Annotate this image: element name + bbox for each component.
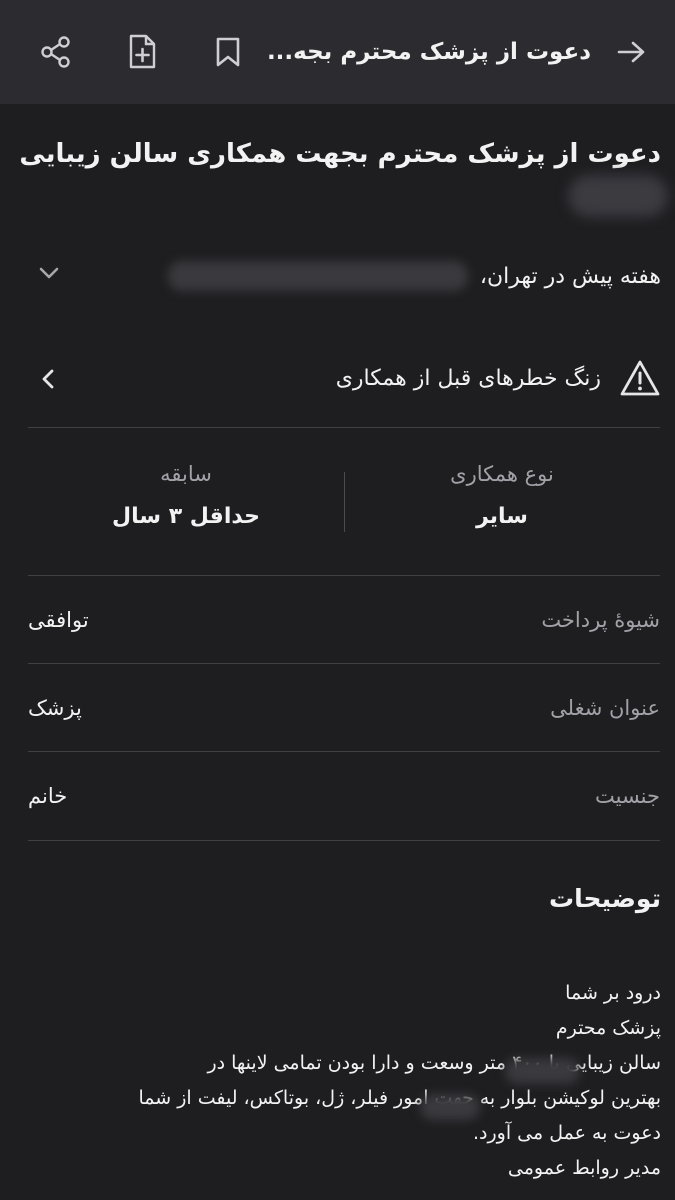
note-button[interactable] bbox=[120, 30, 164, 74]
bookmark-button[interactable] bbox=[206, 30, 250, 74]
posting-time-location: هفته پیش در تهران، bbox=[479, 263, 661, 289]
divider bbox=[28, 840, 660, 841]
note-add-icon bbox=[126, 34, 158, 70]
redacted-area bbox=[568, 175, 668, 217]
stat-label: سابقه bbox=[160, 462, 212, 486]
redacted-area bbox=[167, 261, 468, 291]
share-icon bbox=[39, 35, 73, 69]
experience: سابقه حداقل ۳ سال bbox=[28, 440, 344, 529]
divider bbox=[28, 427, 660, 428]
description-line: مدیر روابط عمومی bbox=[507, 1157, 661, 1179]
safety-tips-row[interactable]: زنگ خطرهای قبل از همکاری bbox=[28, 350, 661, 406]
bookmark-icon bbox=[215, 36, 241, 68]
warning-icon bbox=[619, 359, 661, 397]
description-line: پزشک محترم bbox=[555, 1017, 661, 1039]
field-value: پزشک bbox=[28, 696, 82, 720]
cooperation-type: نوع همکاری سایر bbox=[344, 440, 660, 529]
safety-tips-label: زنگ خطرهای قبل از همکاری bbox=[335, 365, 601, 391]
description-line: دعوت به عمل می آورد. bbox=[473, 1122, 661, 1144]
back-button[interactable] bbox=[609, 30, 653, 74]
stat-label: نوع همکاری bbox=[450, 462, 554, 486]
gender-row: جنسیت خانم bbox=[28, 752, 660, 840]
description-line: درود بر شما bbox=[565, 982, 661, 1004]
description-line: بهترین لوکیشن بلوار به جهت امور فیلر، ژل… bbox=[138, 1087, 661, 1109]
ad-title: دعوت از پزشک محترم بجهت همکاری سالن زیبا… bbox=[19, 139, 661, 169]
app-bar-title: دعوت از پزشک محترم بجه... bbox=[266, 39, 591, 65]
posting-info-row[interactable]: هفته پیش در تهران، bbox=[28, 252, 661, 300]
share-button[interactable] bbox=[34, 30, 78, 74]
stat-value: سایر bbox=[476, 504, 528, 529]
description-heading: توضیحات bbox=[549, 884, 661, 913]
app-bar-actions bbox=[22, 30, 250, 74]
redacted-area bbox=[420, 1094, 480, 1120]
stat-value: حداقل ۳ سال bbox=[112, 504, 260, 529]
chevron-left-icon bbox=[38, 366, 58, 392]
chevron-down-icon[interactable] bbox=[36, 262, 62, 284]
field-label: جنسیت bbox=[594, 784, 660, 808]
field-value: خانم bbox=[28, 784, 68, 808]
top-app-bar: دعوت از پزشک محترم بجه... bbox=[0, 0, 675, 104]
back-arrow-icon bbox=[616, 40, 646, 64]
job-summary: نوع همکاری سایر سابقه حداقل ۳ سال bbox=[28, 440, 660, 570]
payment-method-row: شیوهٔ پرداخت توافقی bbox=[28, 576, 660, 664]
redacted-area bbox=[505, 1058, 580, 1084]
field-value: توافقی bbox=[28, 608, 89, 632]
field-label: شیوهٔ پرداخت bbox=[541, 608, 660, 632]
job-title-row: عنوان شغلی پزشک bbox=[28, 664, 660, 752]
field-label: عنوان شغلی bbox=[550, 696, 660, 720]
vertical-divider bbox=[344, 472, 345, 532]
